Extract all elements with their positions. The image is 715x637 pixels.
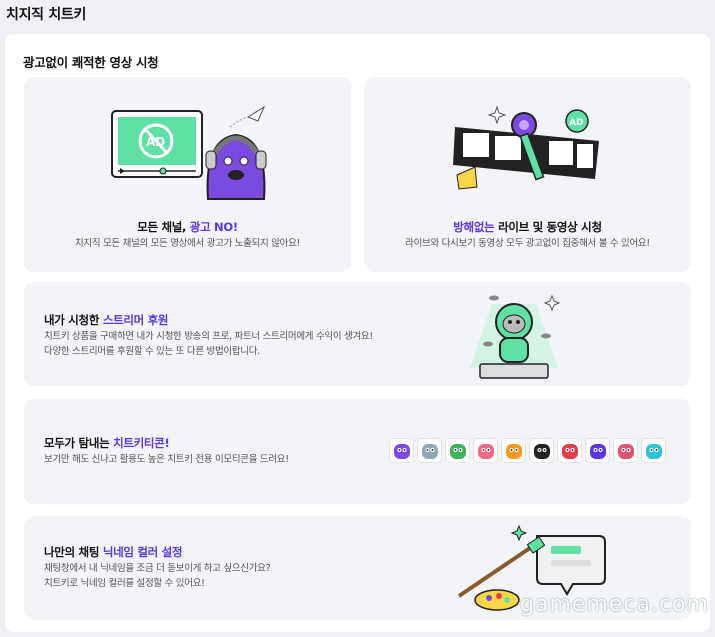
red-face-emoticon bbox=[557, 438, 582, 463]
purple-blob-emoticon bbox=[389, 438, 414, 463]
cyan-purple-emoticon bbox=[641, 438, 666, 463]
svg-text:AD: AD bbox=[569, 118, 583, 128]
astronaut-illustration bbox=[470, 294, 561, 379]
emoticon-list bbox=[389, 438, 666, 463]
page-title: 치지직 치트키 bbox=[6, 7, 87, 23]
pink-face-emoticon bbox=[473, 438, 498, 463]
svg-text:AD: AD bbox=[146, 135, 165, 149]
card-uninterrupted-title: 방해없는 라이브 및 동영상 시청 bbox=[453, 220, 602, 234]
card-emoticon-desc: 보기만 해도 신나고 활용도 높은 치트키 전용 이모티콘을 드려요! bbox=[44, 454, 289, 465]
card-no-ads-desc: 치지직 모든 채널의 모든 영상에서 광고가 노출되지 않아요! bbox=[74, 238, 301, 249]
card-uninterrupted: AD 방해없는 라이브 및 동영상 시청 라이브와 다시보기 동영상 모두 광고… bbox=[364, 77, 691, 272]
card-sponsor-desc-2: 다양한 스트리머를 후원할 수 있는 또 다른 방법이랍니다. bbox=[44, 346, 260, 357]
card-nickname-desc-2: 치트키로 닉네임 컬러를 설정할 수 있어요! bbox=[44, 578, 205, 589]
card-sponsor-desc-1: 치트키 상품을 구매하면 내가 시청한 방송의 프로, 파트너 스트리머에게 수… bbox=[44, 331, 373, 342]
purple-sleep-emoticon bbox=[585, 438, 610, 463]
card-uninterrupted-desc: 라이브와 다시보기 동영상 모두 광고없이 집중해서 볼 수 있어요! bbox=[405, 238, 650, 249]
green-jester-emoticon bbox=[445, 438, 470, 463]
pink-monster-emoticon bbox=[613, 438, 638, 463]
card-emoticon-title: 모두가 탐내는 치트키티콘! bbox=[44, 436, 170, 450]
watermark: gamemeca.com bbox=[520, 592, 709, 617]
card-nickname-title: 나만의 채팅 닉네임 컬러 설정 bbox=[44, 545, 183, 559]
card-no-ads-title: 모든 채널, 광고 NO! bbox=[137, 220, 238, 234]
card-sponsor: 내가 시청한 스트리머 후원 치트키 상품을 구매하면 내가 시청한 방송의 프… bbox=[24, 282, 691, 386]
fire-emoticon bbox=[501, 438, 526, 463]
no-ads-illustration: AD bbox=[111, 105, 267, 200]
section-title: 광고없이 쾌적한 영상 시청 bbox=[23, 55, 159, 70]
card-no-ads: AD 모든 채널, 광고 NO! 치지직 모든 채널의 모든 영상에서 광고가 … bbox=[24, 77, 351, 272]
card-nickname-desc-1: 채팅창에서 내 닉네임을 조금 더 돋보이게 하고 싶으신가요? bbox=[44, 563, 271, 574]
card-sponsor-title: 내가 시청한 스트리머 후원 bbox=[44, 313, 169, 327]
grid-emoticon bbox=[529, 438, 554, 463]
film-key-illustration: AD bbox=[453, 105, 599, 190]
alien-emoticon bbox=[417, 438, 442, 463]
